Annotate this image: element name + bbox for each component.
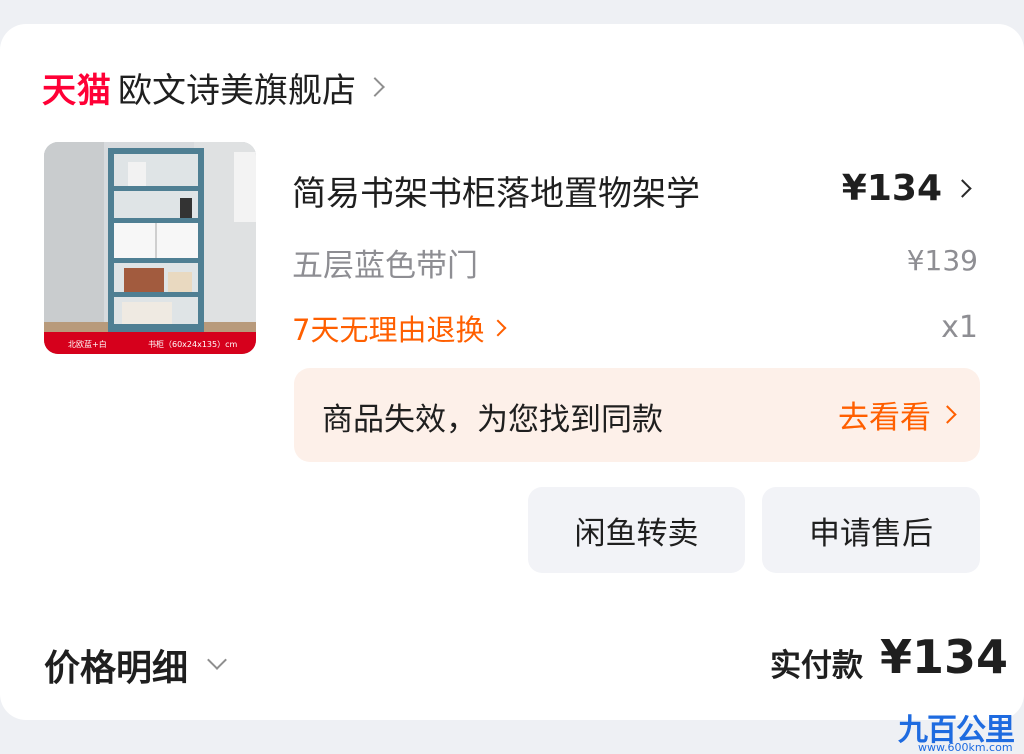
shop-header[interactable]: 天猫 欧文诗美旗舰店 xyxy=(42,62,385,112)
returns-policy-label: 7天无理由退换 xyxy=(292,313,485,347)
chevron-down-icon xyxy=(207,650,227,670)
quantity: x1 xyxy=(941,310,978,345)
resell-button[interactable]: 闲鱼转卖 xyxy=(528,487,745,573)
image-label-right: 书柜（60x24x135）cm xyxy=(148,340,238,349)
see-similar-label: 去看看 xyxy=(838,399,931,436)
price-detail-toggle[interactable]: 价格明细 xyxy=(44,638,227,692)
returns-policy-link[interactable]: 7天无理由退换 xyxy=(292,308,507,348)
notice-text: 商品失效，为您找到同款 xyxy=(322,402,663,438)
watermark-url: www.600km.com xyxy=(918,741,1013,754)
product-title[interactable]: 简易书架书柜落地置物架学 xyxy=(292,166,700,215)
chevron-right-icon xyxy=(938,404,957,424)
image-label-left: 北欧蓝+白 xyxy=(68,340,107,349)
product-price[interactable]: ¥134 xyxy=(842,168,942,209)
bookshelf-image xyxy=(44,142,256,354)
chevron-right-icon[interactable] xyxy=(365,77,385,97)
invalid-item-notice[interactable]: 商品失效，为您找到同款 去看看 xyxy=(294,368,980,462)
price-detail-label: 价格明细 xyxy=(44,648,189,689)
chevron-right-icon xyxy=(489,319,507,337)
shop-name[interactable]: 欧文诗美旗舰店 xyxy=(118,63,356,112)
original-price: ¥139 xyxy=(906,244,978,277)
paid-amount: ¥134 xyxy=(880,630,1009,684)
watermark: 九百公里 www.600km.com xyxy=(890,705,1020,754)
after-sale-button[interactable]: 申请售后 xyxy=(762,487,980,573)
paid-label: 实付款 xyxy=(770,648,863,684)
product-variant: 五层蓝色带门 xyxy=(292,248,478,284)
tmall-logo: 天猫 xyxy=(42,70,112,111)
product-thumbnail[interactable]: 北欧蓝+白 书柜（60x24x135）cm xyxy=(44,142,256,354)
see-similar-link[interactable]: 去看看 xyxy=(838,392,957,436)
